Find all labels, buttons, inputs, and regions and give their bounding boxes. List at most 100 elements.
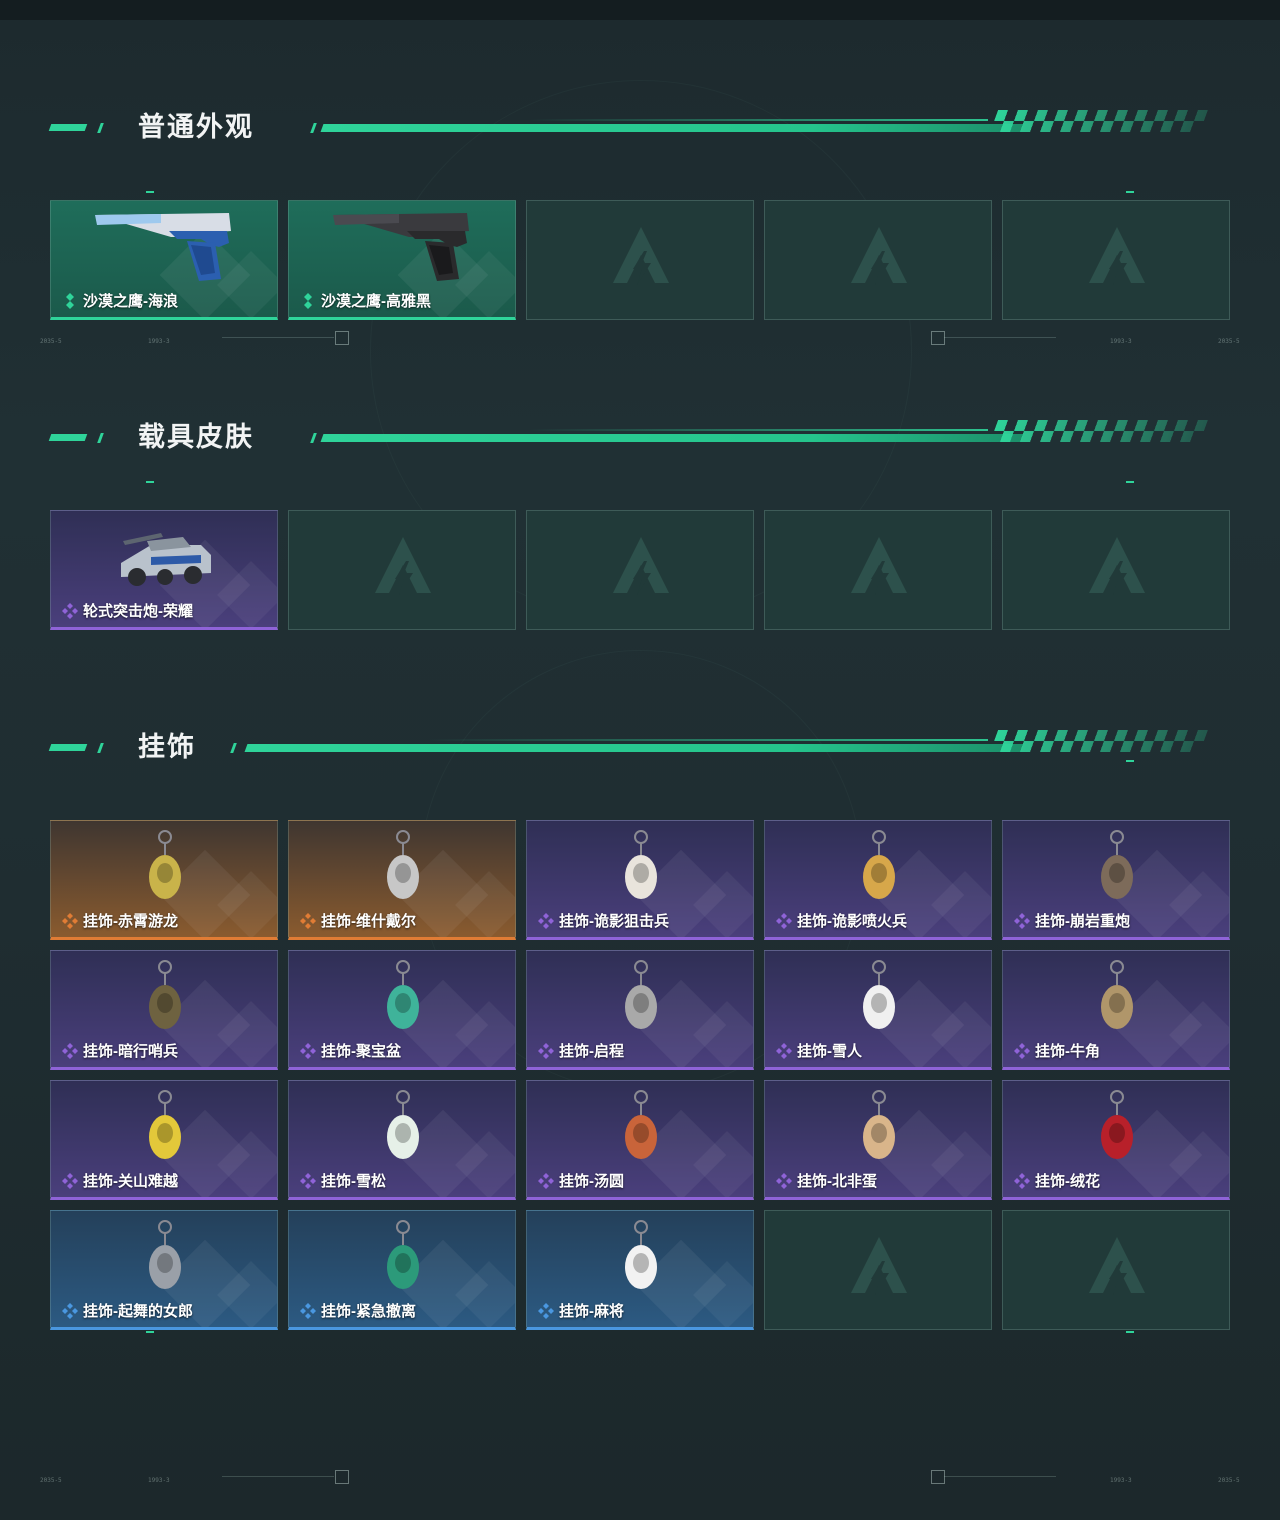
game-logo-icon (1089, 1237, 1145, 1295)
item-card[interactable]: 挂饰-关山难越 (50, 1080, 278, 1200)
empty-card-slot (1002, 510, 1230, 630)
item-name: 挂饰-起舞的女郎 (83, 1303, 193, 1320)
item-card[interactable]: 挂饰-北非蛋 (764, 1080, 992, 1200)
charm-image-icon (863, 830, 895, 899)
item-card[interactable]: 挂饰-牛角 (1002, 950, 1230, 1070)
item-card[interactable]: 挂饰-诡影喷火兵 (764, 820, 992, 940)
pistol-image-icon (333, 213, 469, 281)
rarity-diamond-icon (1014, 912, 1030, 929)
game-logo-icon (851, 227, 907, 285)
item-label: 沙漠之鹰-海浪 (61, 290, 178, 311)
corner-tick (1126, 481, 1134, 483)
header-dash (310, 123, 317, 133)
item-label: 挂饰-关山难越 (61, 1170, 178, 1191)
charm-image-icon (1101, 830, 1133, 899)
deco-code: 1993-3 (148, 1477, 170, 1484)
rarity-diamond-icon (538, 1172, 554, 1189)
frame-marker (931, 331, 945, 345)
item-card[interactable]: 挂饰-聚宝盆 (288, 950, 516, 1070)
deco-code: 2035-5 (1218, 338, 1240, 345)
item-name: 挂饰-聚宝盆 (321, 1043, 401, 1060)
item-card[interactable]: 挂饰-雪松 (288, 1080, 516, 1200)
corner-tick (146, 191, 154, 193)
rarity-diamond-icon (66, 292, 74, 309)
game-logo-icon (375, 537, 431, 595)
item-card[interactable]: 沙漠之鹰-海浪 (50, 200, 278, 320)
charm-image-icon (387, 1220, 419, 1289)
item-card[interactable]: 挂饰-诡影狙击兵 (526, 820, 754, 940)
header-dash (97, 433, 104, 443)
divider-line (222, 1476, 334, 1477)
item-card[interactable]: 挂饰-麻将 (526, 1210, 754, 1330)
item-label: 轮式突击炮-荣耀 (61, 600, 193, 621)
charm-image-icon (387, 830, 419, 899)
item-name: 挂饰-维什戴尔 (321, 913, 416, 930)
deco-code: 2035-5 (40, 338, 62, 345)
section-header-charms: 挂饰 (48, 730, 1209, 762)
header-thin-line (528, 429, 988, 431)
corner-tick (146, 481, 154, 483)
item-card[interactable]: 挂饰-启程 (526, 950, 754, 1070)
vehicle-image-icon (121, 533, 211, 586)
charm-image-icon (149, 1220, 181, 1289)
item-card[interactable]: 沙漠之鹰-高雅黑 (288, 200, 516, 320)
frame-marker (931, 1470, 945, 1484)
divider-line (944, 337, 1056, 338)
item-label: 挂饰-雪人 (775, 1040, 862, 1061)
item-name: 挂饰-诡影喷火兵 (797, 913, 907, 930)
header-line (244, 744, 1024, 752)
game-logo-icon (851, 537, 907, 595)
item-card[interactable]: 挂饰-绒花 (1002, 1080, 1230, 1200)
item-name: 轮式突击炮-荣耀 (83, 603, 193, 620)
divider-line (222, 337, 334, 338)
rarity-diamond-icon (1014, 1042, 1030, 1059)
charm-image-icon (625, 1090, 657, 1159)
item-name: 挂饰-暗行哨兵 (83, 1043, 178, 1060)
item-label: 挂饰-赤霄游龙 (61, 910, 178, 931)
item-label: 挂饰-诡影喷火兵 (775, 910, 907, 931)
pistol-image-icon (95, 213, 231, 281)
header-line (320, 124, 1024, 132)
empty-card-slot (526, 200, 754, 320)
frame-marker (335, 1470, 349, 1484)
item-card[interactable]: 挂饰-雪人 (764, 950, 992, 1070)
game-logo-icon (613, 227, 669, 285)
rarity-diamond-icon (62, 1172, 78, 1189)
header-dash (97, 743, 104, 753)
rarity-diamond-icon (304, 292, 312, 309)
item-card[interactable]: 挂饰-崩岩重炮 (1002, 820, 1230, 940)
item-label: 挂饰-诡影狙击兵 (537, 910, 669, 931)
rarity-diamond-icon (300, 1172, 316, 1189)
item-label: 挂饰-北非蛋 (775, 1170, 877, 1191)
item-card[interactable]: 轮式突击炮-荣耀 (50, 510, 278, 630)
item-name: 挂饰-崩岩重炮 (1035, 913, 1130, 930)
charm-image-icon (1101, 960, 1133, 1029)
item-label: 沙漠之鹰-高雅黑 (299, 290, 431, 311)
rarity-diamond-icon (538, 912, 554, 929)
charm-image-icon (149, 960, 181, 1029)
charm-image-icon (1101, 1090, 1133, 1159)
item-card[interactable]: 挂饰-暗行哨兵 (50, 950, 278, 1070)
header-thin-line (428, 739, 988, 741)
charm-image-icon (625, 1220, 657, 1289)
item-name: 挂饰-诡影狙击兵 (559, 913, 669, 930)
deco-code: 2035-5 (40, 1477, 62, 1484)
empty-card-slot (764, 510, 992, 630)
item-name: 挂饰-汤圆 (559, 1173, 624, 1190)
charm-image-icon (387, 1090, 419, 1159)
item-card[interactable]: 挂饰-紧急撤离 (288, 1210, 516, 1330)
item-card[interactable]: 挂饰-维什戴尔 (288, 820, 516, 940)
card-grid-vehicle-skins: 轮式突击炮-荣耀 (50, 510, 1230, 630)
item-name: 沙漠之鹰-高雅黑 (321, 293, 431, 310)
deco-code: 1993-3 (1110, 338, 1132, 345)
item-card[interactable]: 挂饰-赤霄游龙 (50, 820, 278, 940)
header-checker (989, 110, 1209, 132)
section-title: 载具皮肤 (138, 422, 254, 452)
header-checker (989, 420, 1209, 442)
rarity-diamond-icon (62, 1302, 78, 1319)
item-name: 挂饰-紧急撤离 (321, 1303, 416, 1320)
corner-tick (146, 1331, 154, 1333)
item-card[interactable]: 挂饰-起舞的女郎 (50, 1210, 278, 1330)
empty-card-slot (1002, 200, 1230, 320)
item-card[interactable]: 挂饰-汤圆 (526, 1080, 754, 1200)
